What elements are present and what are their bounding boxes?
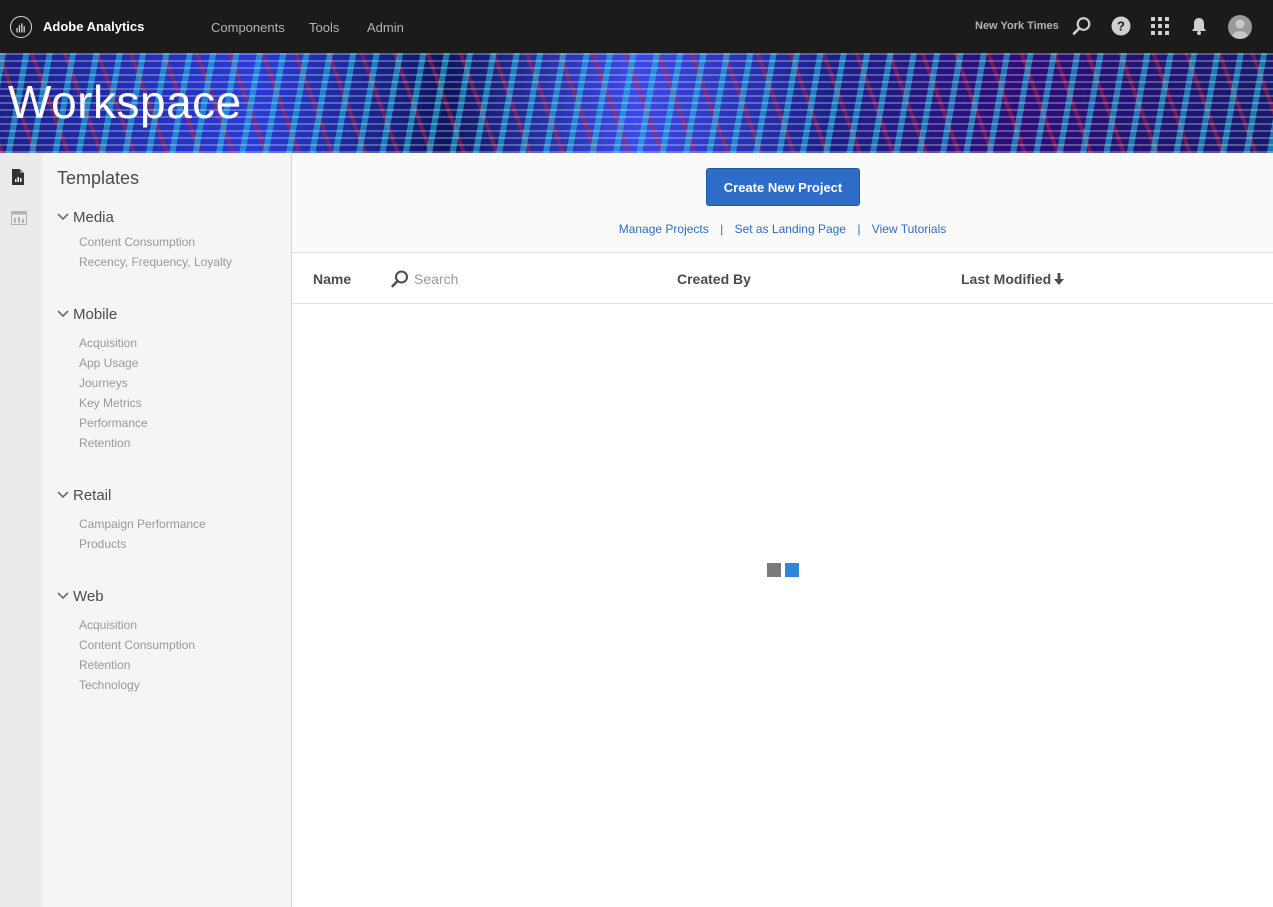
- view-tutorials-link[interactable]: View Tutorials: [872, 222, 946, 236]
- template-item[interactable]: Key Metrics: [79, 396, 142, 410]
- name-column-header[interactable]: Name: [313, 271, 351, 287]
- template-item[interactable]: App Usage: [79, 356, 138, 370]
- template-item[interactable]: Technology: [79, 678, 140, 692]
- template-item[interactable]: Recency, Frequency, Loyalty: [79, 255, 232, 269]
- nav-admin[interactable]: Admin: [367, 20, 404, 35]
- user-silhouette-icon: [1232, 19, 1248, 39]
- project-links: Manage Projects | Set as Landing Page | …: [292, 222, 1273, 236]
- sort-descending-arrow-icon: [1054, 273, 1065, 285]
- last-modified-label: Last Modified: [961, 271, 1052, 287]
- template-item[interactable]: Content Consumption: [79, 235, 195, 249]
- search-input[interactable]: [414, 268, 564, 290]
- last-modified-column-header[interactable]: Last Modified: [961, 271, 1065, 287]
- apps-grid-icon[interactable]: [1149, 15, 1171, 37]
- create-new-project-button[interactable]: Create New Project: [706, 168, 860, 206]
- svg-text:?: ?: [1117, 19, 1125, 34]
- left-rail: [0, 153, 42, 907]
- template-item[interactable]: Retention: [79, 658, 130, 672]
- search-icon: [391, 270, 408, 288]
- template-item[interactable]: Products: [79, 537, 126, 551]
- notifications-bell-icon[interactable]: [1188, 15, 1210, 37]
- template-item[interactable]: Content Consumption: [79, 638, 195, 652]
- set-landing-page-link[interactable]: Set as Landing Page: [735, 222, 846, 236]
- chevron-down-icon: [57, 491, 69, 499]
- loader-square-gray: [767, 563, 781, 577]
- nav-tools[interactable]: Tools: [309, 20, 339, 35]
- top-navigation-bar: Adobe Analytics Components Tools Admin N…: [0, 0, 1273, 53]
- created-by-column-header[interactable]: Created By: [677, 271, 751, 287]
- template-item[interactable]: Campaign Performance: [79, 517, 206, 531]
- projects-main: Create New Project Manage Projects | Set…: [292, 153, 1273, 907]
- manage-projects-link[interactable]: Manage Projects: [619, 222, 709, 236]
- help-icon[interactable]: ?: [1110, 15, 1132, 37]
- app-name[interactable]: Adobe Analytics: [43, 19, 144, 34]
- loader-square-blue: [785, 563, 799, 577]
- workspace-banner: Workspace: [0, 53, 1273, 153]
- template-item[interactable]: Journeys: [79, 376, 128, 390]
- adobe-analytics-logo-icon[interactable]: [10, 16, 32, 38]
- chevron-down-icon: [57, 592, 69, 600]
- link-separator: |: [857, 222, 861, 236]
- panels-icon[interactable]: [11, 211, 27, 225]
- chevron-down-icon: [57, 310, 69, 318]
- template-item[interactable]: Acquisition: [79, 336, 137, 350]
- projects-document-icon[interactable]: [11, 169, 25, 185]
- templates-title: Templates: [57, 168, 140, 188]
- category-label: Media: [73, 209, 114, 226]
- organization-name[interactable]: New York Times: [975, 20, 1059, 32]
- projects-table-header: Name Created By Last Modified: [292, 253, 1273, 304]
- chevron-down-icon: [57, 213, 69, 221]
- page-title: Workspace: [8, 76, 242, 128]
- link-separator: |: [720, 222, 724, 236]
- category-label: Web: [73, 588, 104, 605]
- template-item[interactable]: Retention: [79, 436, 130, 450]
- project-search: [390, 267, 570, 291]
- category-label: Mobile: [73, 306, 118, 323]
- template-item[interactable]: Performance: [79, 416, 148, 430]
- templates-panel: Templates Media Content Consumption Rece…: [42, 153, 292, 907]
- project-actions: Create New Project Manage Projects | Set…: [292, 153, 1273, 253]
- category-label: Retail: [73, 487, 112, 504]
- user-avatar[interactable]: [1228, 15, 1252, 39]
- loading-indicator: [767, 563, 801, 577]
- template-item[interactable]: Acquisition: [79, 618, 137, 632]
- search-icon[interactable]: [1071, 15, 1093, 37]
- nav-components[interactable]: Components: [211, 20, 285, 35]
